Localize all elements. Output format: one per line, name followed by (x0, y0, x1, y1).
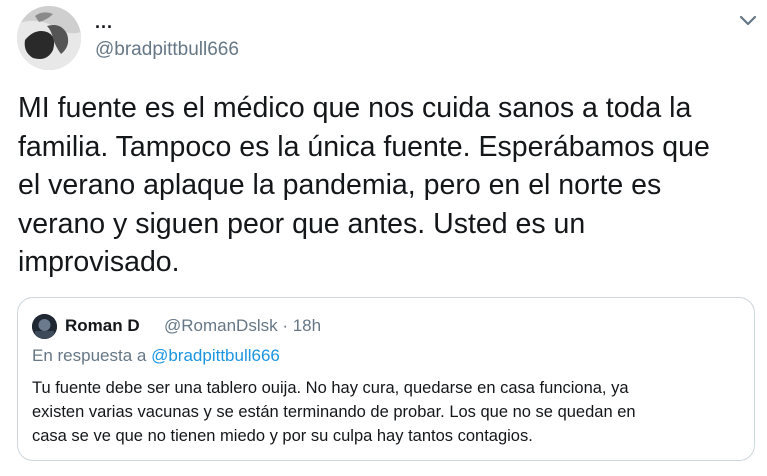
quoted-tweet[interactable]: Roman D @RomanDslsk · 18h En respuesta a… (17, 297, 755, 461)
tweet: ... @bradpittbull666 MI fuente es el méd… (0, 0, 767, 476)
profile-photo-icon (17, 6, 81, 70)
display-name[interactable]: ... (95, 12, 113, 32)
chevron-down-icon[interactable] (736, 12, 760, 30)
tweet-text: MI fuente es el médico que nos cuida san… (18, 92, 710, 278)
quoted-handle-time[interactable]: @RomanDslsk · 18h (164, 315, 321, 337)
reply-prefix: En respuesta a (32, 346, 152, 365)
reply-context: En respuesta a @bradpittbull666 (32, 345, 280, 367)
avatar[interactable] (17, 6, 81, 70)
reply-mention-link[interactable]: @bradpittbull666 (151, 346, 280, 365)
quoted-display-name[interactable]: Roman D (65, 315, 140, 337)
quoted-tweet-text: Tu fuente debe ser una tablero ouija. No… (32, 379, 636, 445)
user-handle[interactable]: @bradpittbull666 (95, 38, 239, 62)
quoted-avatar[interactable] (32, 314, 57, 339)
profile-photo-icon (32, 314, 57, 339)
